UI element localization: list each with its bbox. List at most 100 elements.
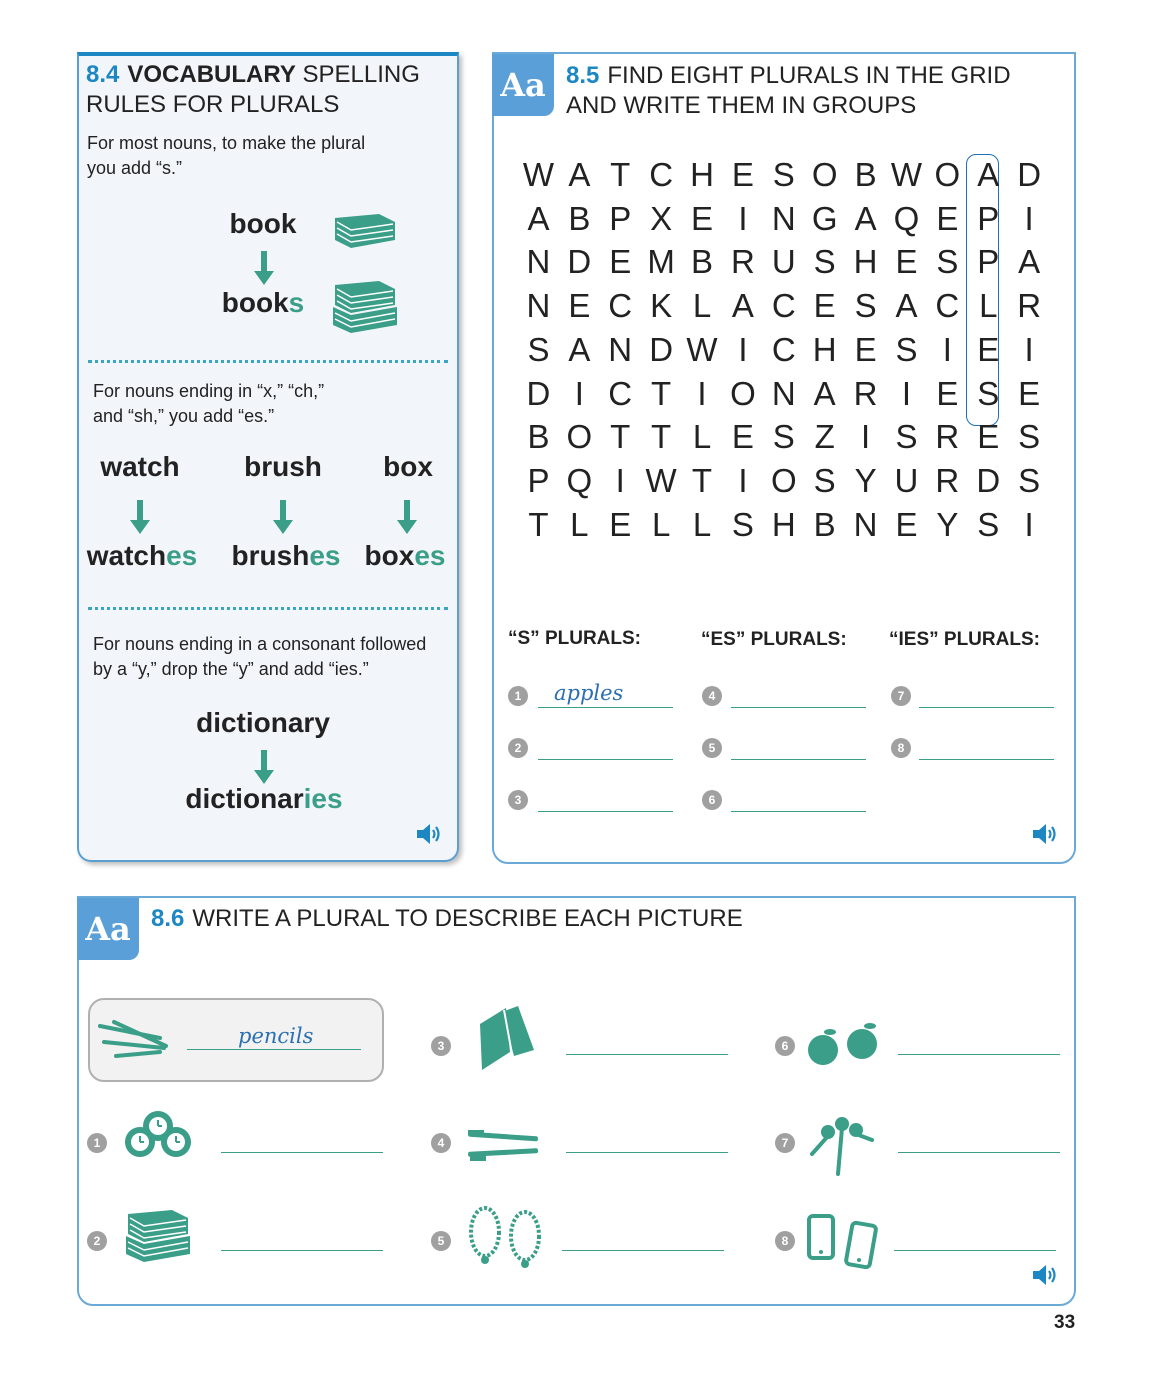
grid-letter[interactable]: S <box>1009 462 1050 500</box>
grid-letter[interactable]: A <box>804 375 845 413</box>
audio-icon[interactable] <box>1031 822 1059 846</box>
grid-letter[interactable]: W <box>682 331 723 369</box>
answer-line[interactable] <box>566 1152 728 1153</box>
grid-letter[interactable]: S <box>968 506 1009 544</box>
grid-letter[interactable]: L <box>682 506 723 544</box>
grid-letter[interactable]: S <box>722 506 763 544</box>
answer-line[interactable] <box>894 1250 1056 1251</box>
grid-letter[interactable]: O <box>763 462 804 500</box>
grid-letter[interactable]: I <box>845 418 886 456</box>
answer-line[interactable] <box>898 1152 1060 1153</box>
grid-letter[interactable]: E <box>845 331 886 369</box>
grid-letter[interactable]: H <box>763 506 804 544</box>
grid-letter[interactable]: E <box>927 375 968 413</box>
grid-letter[interactable]: C <box>600 287 641 325</box>
grid-letter[interactable]: C <box>641 156 682 194</box>
grid-letter[interactable]: R <box>927 462 968 500</box>
grid-letter[interactable]: L <box>968 287 1009 325</box>
grid-letter[interactable]: Y <box>845 462 886 500</box>
grid-letter[interactable]: E <box>927 200 968 238</box>
grid-letter[interactable]: D <box>968 462 1009 500</box>
grid-letter[interactable]: E <box>1009 375 1050 413</box>
answer-line[interactable] <box>919 707 1054 708</box>
grid-letter[interactable]: C <box>927 287 968 325</box>
grid-letter[interactable]: Q <box>886 200 927 238</box>
grid-letter[interactable]: I <box>722 331 763 369</box>
grid-letter[interactable]: I <box>722 462 763 500</box>
grid-letter[interactable]: H <box>804 331 845 369</box>
answer-line[interactable] <box>562 1250 724 1251</box>
answer-line[interactable] <box>221 1152 383 1153</box>
grid-letter[interactable]: T <box>641 375 682 413</box>
grid-letter[interactable]: L <box>682 287 723 325</box>
grid-letter[interactable]: N <box>845 506 886 544</box>
grid-letter[interactable]: T <box>600 418 641 456</box>
answer-line[interactable] <box>221 1250 383 1251</box>
grid-letter[interactable]: B <box>682 243 723 281</box>
audio-icon[interactable] <box>1031 1263 1059 1287</box>
grid-letter[interactable]: S <box>518 331 559 369</box>
grid-letter[interactable]: I <box>1009 200 1050 238</box>
answer-line[interactable] <box>538 811 673 812</box>
grid-letter[interactable]: T <box>641 418 682 456</box>
grid-letter[interactable]: B <box>518 418 559 456</box>
grid-letter[interactable]: T <box>518 506 559 544</box>
answer-line[interactable] <box>731 811 866 812</box>
grid-letter[interactable]: P <box>968 200 1009 238</box>
grid-letter[interactable]: S <box>845 287 886 325</box>
grid-letter[interactable]: I <box>559 375 600 413</box>
grid-letter[interactable]: W <box>518 156 559 194</box>
grid-letter[interactable]: E <box>886 506 927 544</box>
grid-letter[interactable]: I <box>682 375 723 413</box>
grid-letter[interactable]: O <box>927 156 968 194</box>
grid-letter[interactable]: T <box>682 462 723 500</box>
grid-letter[interactable]: E <box>722 156 763 194</box>
grid-letter[interactable]: D <box>518 375 559 413</box>
grid-letter[interactable]: A <box>559 156 600 194</box>
grid-letter[interactable]: U <box>763 243 804 281</box>
grid-letter[interactable]: X <box>641 200 682 238</box>
grid-letter[interactable]: B <box>804 506 845 544</box>
grid-letter[interactable]: S <box>927 243 968 281</box>
grid-letter[interactable]: D <box>641 331 682 369</box>
grid-letter[interactable]: L <box>641 506 682 544</box>
grid-letter[interactable]: S <box>804 462 845 500</box>
grid-letter[interactable]: O <box>804 156 845 194</box>
grid-letter[interactable]: E <box>968 418 1009 456</box>
grid-letter[interactable]: A <box>559 331 600 369</box>
grid-letter[interactable]: E <box>600 243 641 281</box>
grid-letter[interactable]: S <box>763 418 804 456</box>
grid-letter[interactable]: C <box>763 331 804 369</box>
grid-letter[interactable]: I <box>1009 331 1050 369</box>
grid-letter[interactable]: Q <box>559 462 600 500</box>
grid-letter[interactable]: S <box>804 243 845 281</box>
answer-line[interactable] <box>538 707 673 708</box>
answer-line[interactable] <box>731 707 866 708</box>
grid-letter[interactable]: R <box>845 375 886 413</box>
grid-letter[interactable]: W <box>641 462 682 500</box>
grid-letter[interactable]: M <box>641 243 682 281</box>
grid-letter[interactable]: Y <box>927 506 968 544</box>
answer-line[interactable] <box>538 759 673 760</box>
grid-letter[interactable]: N <box>518 287 559 325</box>
grid-letter[interactable]: P <box>968 243 1009 281</box>
grid-letter[interactable]: H <box>845 243 886 281</box>
grid-letter[interactable]: S <box>1009 418 1050 456</box>
grid-letter[interactable]: N <box>763 200 804 238</box>
grid-letter[interactable]: I <box>927 331 968 369</box>
grid-letter[interactable]: E <box>804 287 845 325</box>
grid-letter[interactable]: A <box>518 200 559 238</box>
grid-letter[interactable]: I <box>722 200 763 238</box>
grid-letter[interactable]: T <box>600 156 641 194</box>
grid-letter[interactable]: S <box>886 418 927 456</box>
grid-letter[interactable]: H <box>682 156 723 194</box>
grid-letter[interactable]: R <box>1009 287 1050 325</box>
grid-letter[interactable]: C <box>763 287 804 325</box>
grid-letter[interactable]: P <box>518 462 559 500</box>
grid-letter[interactable]: R <box>927 418 968 456</box>
grid-letter[interactable]: B <box>845 156 886 194</box>
answer-line[interactable] <box>919 759 1054 760</box>
grid-letter[interactable]: N <box>763 375 804 413</box>
grid-letter[interactable]: S <box>968 375 1009 413</box>
grid-letter[interactable]: A <box>886 287 927 325</box>
